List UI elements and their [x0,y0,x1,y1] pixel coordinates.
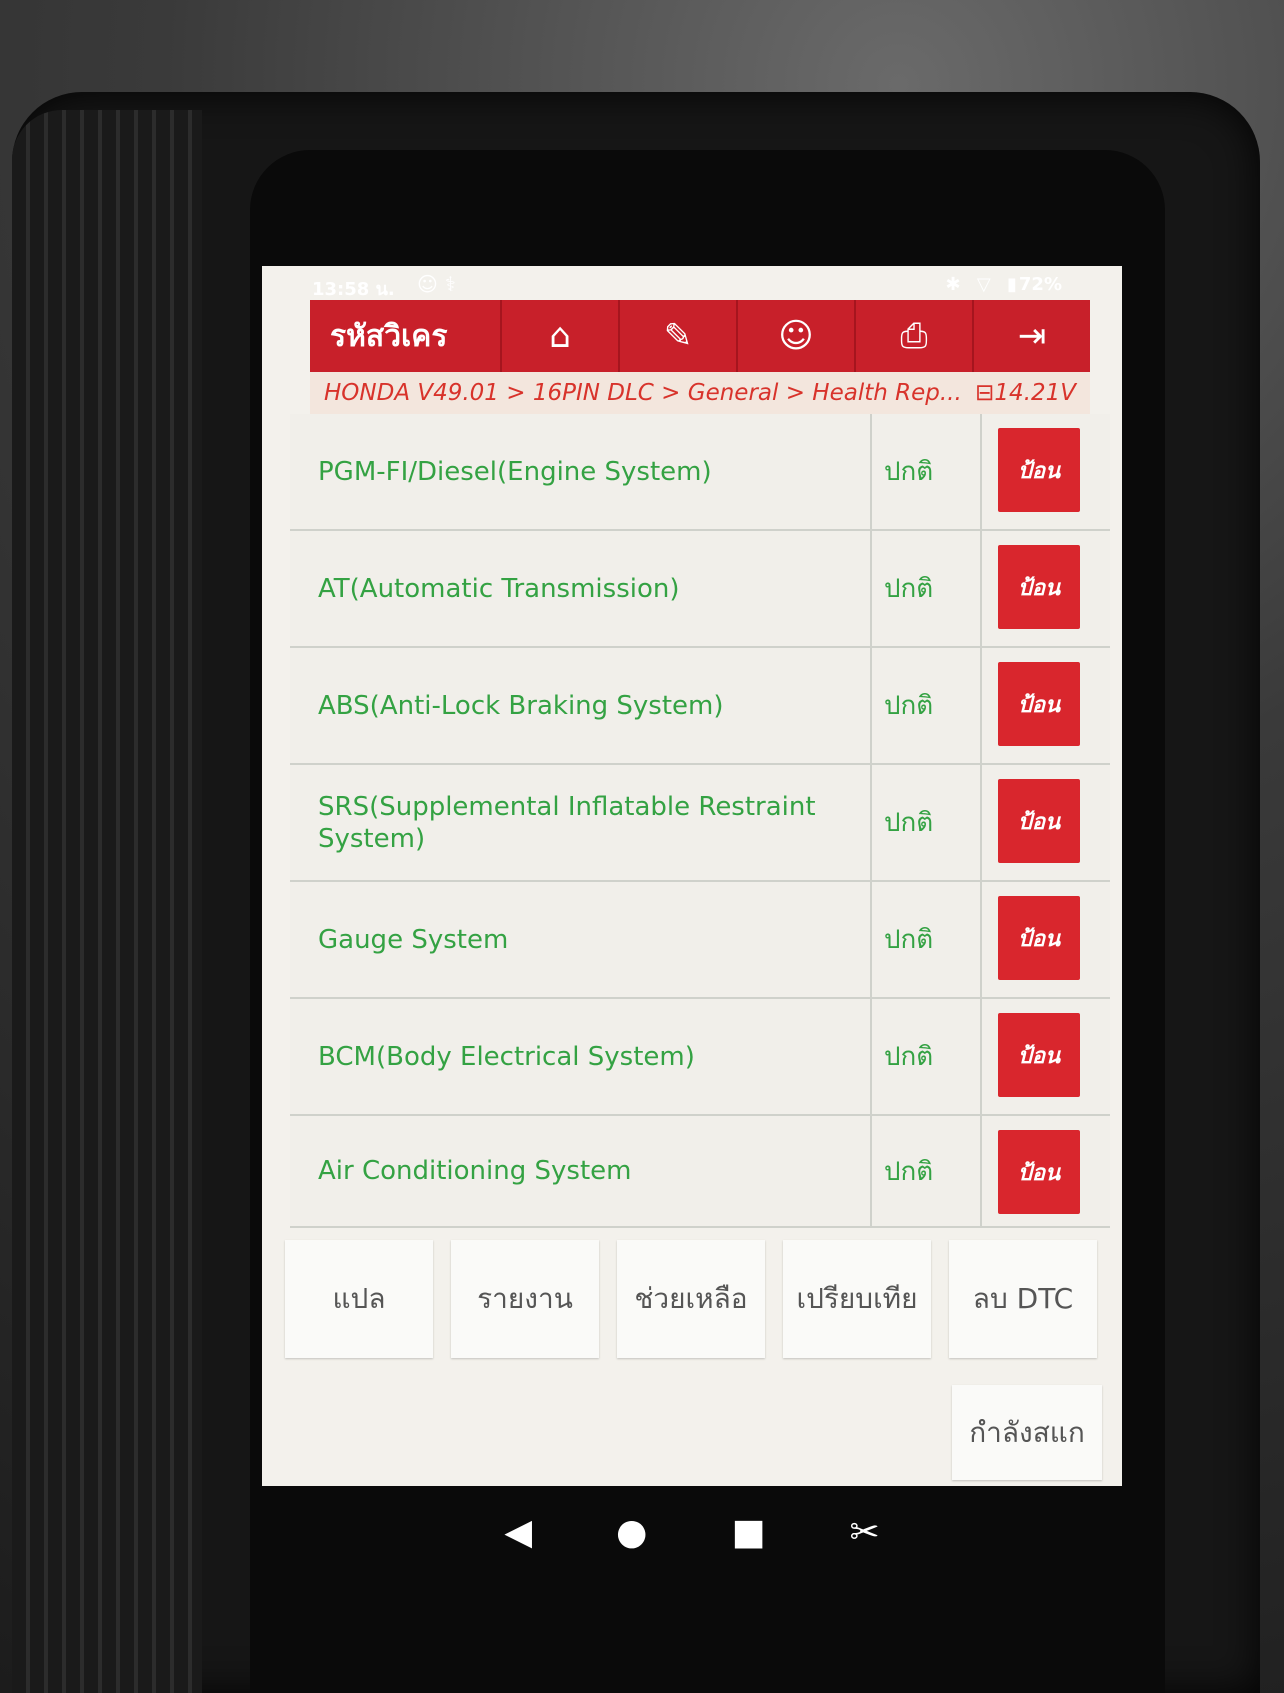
table-row: BCM(Body Electrical System) ปกติ ป้อน [290,999,1110,1116]
voltage-readout: 14.21V [994,380,1076,406]
system-name: ABS(Anti-Lock Braking System) [318,690,724,721]
print-icon: ⎙ [900,316,928,356]
compare-button[interactable]: เปรียบเทีย [783,1240,931,1358]
exit-icon: ⇥ [1017,316,1047,356]
android-nav-bar: ◀ ● ■ ✂ [262,1486,1122,1578]
table-row: AT(Automatic Transmission) ปกติ ป้อน [290,531,1110,648]
bluetooth-icon: ✱ [945,274,961,295]
enter-button[interactable]: ป้อน [998,662,1080,746]
enter-button[interactable]: ป้อน [998,779,1080,863]
clear-dtc-button[interactable]: ลบ DTC [949,1240,1097,1358]
system-name: BCM(Body Electrical System) [318,1041,695,1072]
table-row: ABS(Anti-Lock Braking System) ปกติ ป้อน [290,648,1110,765]
system-status: ปกติ [870,414,982,529]
enter-button[interactable]: ป้อน [998,896,1080,980]
scanning-button[interactable]: กำลังสแก [952,1385,1102,1480]
system-status: ปกติ [870,531,982,646]
breadcrumb-path: HONDA V49.01 > 16PIN DLC > General > Hea… [324,380,962,406]
system-status: ปกติ [870,1116,982,1226]
table-row: SRS(Supplemental Inflatable Restraint Sy… [290,765,1110,882]
back-icon[interactable]: ◀ [504,1512,532,1553]
table-row: Gauge System ปกติ ป้อน [290,882,1110,999]
page-title: รหัสวิเคร [330,318,448,354]
battery-level: 72% [1018,274,1062,295]
breadcrumb: HONDA V49.01 > 16PIN DLC > General > Hea… [310,372,1090,414]
enter-button[interactable]: ป้อน [998,428,1080,512]
enter-button[interactable]: ป้อน [998,1130,1080,1214]
battery-icon: ▮ [1007,274,1017,295]
help-button[interactable]: ช่วยเหลือ [617,1240,765,1358]
table-row: PGM-FI/Diesel(Engine System) ปกติ ป้อน [290,414,1110,531]
enter-button[interactable]: ป้อน [998,545,1080,629]
print-button[interactable]: ⎙ [854,300,972,372]
report-button[interactable]: รายงาน [451,1240,599,1358]
system-name: AT(Automatic Transmission) [318,573,680,604]
stethoscope-icon: ⚕ [444,272,456,296]
edit-button[interactable]: ✎ [618,300,736,372]
user-button[interactable]: ☺ [736,300,854,372]
status-bar: 13:58 น. ☺ ⚕ ✱ ▽ ▮ 72% [262,268,1122,304]
system-name: Gauge System [318,924,509,955]
home-icon: ⌂ [549,316,571,356]
rubber-grip [12,110,202,1693]
screenshot-icon[interactable]: ✂ [849,1512,879,1553]
system-status: ปกติ [870,999,982,1114]
system-status: ปกติ [870,882,982,997]
system-name: PGM-FI/Diesel(Engine System) [318,456,712,487]
edit-icon: ✎ [663,316,693,356]
system-list: PGM-FI/Diesel(Engine System) ปกติ ป้อน A… [290,414,1110,1228]
enter-button[interactable]: ป้อน [998,1013,1080,1097]
user-icon: ☺ [778,316,814,356]
system-status: ปกติ [870,648,982,763]
translate-button[interactable]: แปล [285,1240,433,1358]
system-name: SRS(Supplemental Inflatable Restraint Sy… [318,791,816,854]
system-name: Air Conditioning System [318,1156,632,1186]
home-icon[interactable]: ● [616,1512,647,1553]
table-row: Air Conditioning System ปกติ ป้อน [290,1116,1110,1228]
title-bar: รหัสวิเคร ⌂ ✎ ☺ ⎙ ⇥ [310,300,1090,372]
system-status: ปกติ [870,765,982,880]
home-button[interactable]: ⌂ [500,300,618,372]
face-icon: ☺ [417,272,438,296]
wifi-icon: ▽ [976,274,991,295]
exit-button[interactable]: ⇥ [972,300,1090,372]
recents-icon[interactable]: ■ [731,1512,765,1553]
action-bar: แปล รายงาน ช่วยเหลือ เปรียบเทีย ลบ DTC [285,1240,1105,1360]
status-time: 13:58 น. [312,279,395,300]
battery-voltage-icon: ⊟ [975,380,995,406]
